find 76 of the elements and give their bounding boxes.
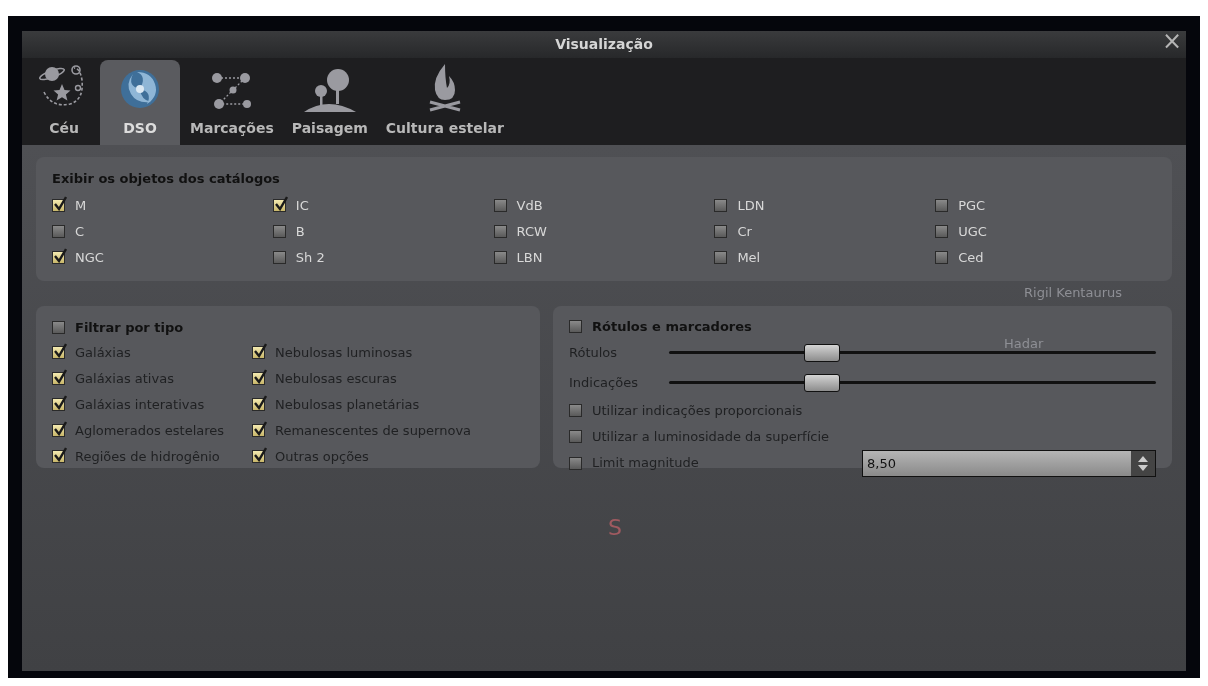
- checkbox[interactable]: [52, 251, 65, 264]
- checkbox-label: VdB: [516, 196, 543, 215]
- checkbox[interactable]: [714, 199, 728, 212]
- check-icon: [54, 447, 67, 462]
- checkbox-label: NGC: [75, 248, 104, 267]
- check-icon: [54, 248, 67, 263]
- checkbox[interactable]: [272, 251, 286, 264]
- panel-title: Rótulos e marcadores: [592, 317, 752, 336]
- checkbox[interactable]: [935, 251, 949, 264]
- checkbox-label: Utilizar indicações proporcionais: [592, 401, 803, 420]
- checkbox[interactable]: [272, 199, 286, 212]
- panel-title: Filtrar por tipo: [75, 318, 184, 337]
- check-icon: [274, 196, 288, 211]
- checkbox-label: IC: [295, 196, 309, 215]
- check-icon: [254, 343, 267, 358]
- checkbox-label: Nebulosas luminosas: [275, 343, 413, 362]
- checkbox[interactable]: [569, 320, 582, 333]
- checkbox-label: Ced: [958, 248, 984, 267]
- checkbox-label: PGC: [958, 196, 986, 215]
- check-icon: [254, 447, 267, 462]
- check-icon: [254, 421, 267, 436]
- checkbox-label: Remanescentes de supernova: [275, 421, 472, 440]
- checkbox-label: Cr: [737, 222, 752, 241]
- slider-label: Rótulos: [569, 343, 619, 362]
- tab[interactable]: Marcações: [182, 60, 282, 145]
- checkbox[interactable]: [52, 199, 65, 212]
- checkbox-label: M: [75, 196, 87, 215]
- checkbox-label: Mel: [737, 248, 761, 267]
- checkbox[interactable]: [935, 199, 949, 212]
- checkbox-label: Nebulosas planetárias: [275, 395, 420, 414]
- check-icon: [54, 343, 67, 358]
- checkbox[interactable]: [493, 251, 507, 264]
- checkbox-label: C: [75, 222, 85, 241]
- checkbox-label: UGC: [958, 222, 987, 241]
- checkbox-label: Nebulosas escuras: [275, 369, 397, 388]
- checkbox-label: B: [295, 222, 305, 241]
- up-arrow-icon[interactable]: [1138, 455, 1148, 462]
- sky-label: Rigil Kentaurus: [1024, 284, 1123, 302]
- slider-track[interactable]: [669, 373, 1156, 392]
- checkbox-label: Outras opções: [275, 447, 369, 466]
- checkbox[interactable]: [52, 321, 65, 334]
- checkbox[interactable]: [935, 225, 949, 238]
- checkbox-label: Limit magnitude: [592, 454, 699, 473]
- checkbox-label: Regiões de hidrogênio: [75, 447, 220, 466]
- checkbox-label: Galáxias: [75, 343, 131, 362]
- checkbox[interactable]: [272, 225, 286, 238]
- checkbox-label: Utilizar a luminosidade da superfície: [592, 427, 830, 446]
- window-title: Visualização: [555, 35, 653, 54]
- checkbox-label: Sh 2: [295, 248, 325, 267]
- slider-label: Indicações: [569, 373, 639, 392]
- checkbox-label: Galáxias ativas: [75, 369, 174, 388]
- check-icon: [254, 369, 267, 384]
- checkbox-label: Galáxias interativas: [75, 395, 205, 414]
- checkbox[interactable]: [52, 225, 65, 238]
- tab[interactable]: Cultura estelar: [377, 60, 512, 145]
- check-icon: [254, 395, 267, 410]
- sky-label: Hadar: [1004, 335, 1044, 353]
- close-button[interactable]: ×: [1161, 29, 1182, 53]
- check-icon: [54, 395, 67, 410]
- down-arrow-icon[interactable]: [1138, 464, 1148, 471]
- checkbox-label: LBN: [516, 248, 543, 267]
- check-icon: [54, 196, 67, 211]
- check-icon: [54, 421, 67, 436]
- checkbox[interactable]: [493, 199, 507, 212]
- tab[interactable]: Paisagem: [283, 60, 376, 145]
- tab[interactable]: DSO: [100, 60, 180, 145]
- checkbox[interactable]: [493, 225, 507, 238]
- checkbox-label: Aglomerados estelares: [75, 421, 225, 440]
- tab[interactable]: Céu: [30, 60, 98, 145]
- sky-label: S: [608, 514, 622, 542]
- checkbox[interactable]: [714, 225, 728, 238]
- checkbox-label: RCW: [516, 222, 547, 241]
- checkbox-label: LDN: [737, 196, 765, 215]
- check-icon: [54, 369, 67, 384]
- checkbox[interactable]: [714, 251, 728, 264]
- panel-title: Exibir os objetos dos catálogos: [52, 170, 281, 188]
